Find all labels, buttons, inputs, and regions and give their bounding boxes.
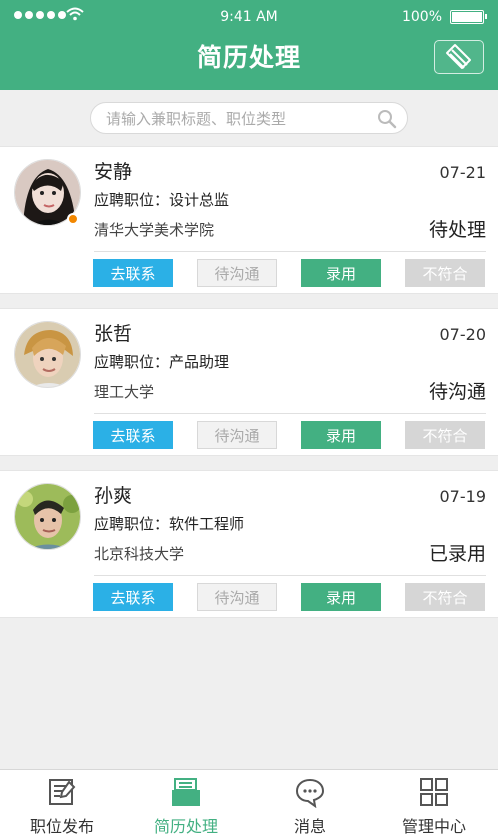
application-date: 07-21 xyxy=(439,163,487,182)
app-header: 9:41 AM 100% 简历处理 xyxy=(0,0,498,90)
pending-button[interactable]: 待沟通 xyxy=(197,583,277,611)
card-divider xyxy=(94,251,486,252)
reject-button[interactable]: 不符合 xyxy=(405,583,485,611)
bottom-tab-bar: 职位发布 简历处理 消息 管理中心 xyxy=(0,769,498,839)
search-icon[interactable] xyxy=(377,109,397,129)
candidate-school: 清华大学美术学院 xyxy=(94,221,215,239)
position-value: 软件工程师 xyxy=(169,515,245,533)
candidate-card[interactable]: 安静 07-21 应聘职位：设计总监 清华大学美术学院 待处理 去联系 待沟通 … xyxy=(0,146,498,294)
tab-label: 职位发布 xyxy=(29,817,94,836)
hire-button[interactable]: 录用 xyxy=(301,583,381,611)
tab-post-job[interactable]: 职位发布 xyxy=(0,770,124,839)
candidate-actions: 去联系 待沟通 录用 不符合 xyxy=(93,421,485,449)
page-title: 简历处理 xyxy=(196,43,301,72)
candidate-photo xyxy=(15,322,80,387)
card-divider xyxy=(94,575,486,576)
tab-resume[interactable]: 简历处理 xyxy=(124,770,248,839)
contact-button[interactable]: 去联系 xyxy=(93,259,173,287)
online-indicator xyxy=(67,213,79,225)
applied-position: 应聘职位：产品助理 xyxy=(94,351,229,372)
candidate-name: 张哲 xyxy=(94,323,133,345)
contact-button[interactable]: 去联系 xyxy=(93,583,173,611)
pending-button[interactable]: 待沟通 xyxy=(197,259,277,287)
search-input[interactable] xyxy=(106,108,366,130)
applied-position: 应聘职位：软件工程师 xyxy=(94,513,244,534)
search-box[interactable] xyxy=(90,102,408,134)
candidate-status: 已录用 xyxy=(428,543,486,565)
hire-button[interactable]: 录用 xyxy=(301,259,381,287)
tab-label: 消息 xyxy=(293,817,326,836)
candidate-school: 理工大学 xyxy=(94,383,155,401)
candidate-card[interactable]: 孙爽 07-19 应聘职位：软件工程师 北京科技大学 已录用 去联系 待沟通 录… xyxy=(0,470,498,618)
search-area xyxy=(0,90,498,146)
application-date: 07-19 xyxy=(439,487,487,506)
tab-label: 简历处理 xyxy=(153,817,218,836)
stack-button[interactable] xyxy=(434,40,484,74)
avatar[interactable] xyxy=(14,321,81,388)
resume-icon xyxy=(172,778,200,806)
candidate-card[interactable]: 张哲 07-20 应聘职位：产品助理 理工大学 待沟通 去联系 待沟通 录用 不… xyxy=(0,308,498,456)
applied-position: 应聘职位：设计总监 xyxy=(94,189,229,210)
application-date: 07-20 xyxy=(439,325,487,344)
contact-button[interactable]: 去联系 xyxy=(93,421,173,449)
position-value: 设计总监 xyxy=(169,191,230,209)
pending-button[interactable]: 待沟通 xyxy=(197,421,277,449)
reject-button[interactable]: 不符合 xyxy=(405,421,485,449)
candidate-photo xyxy=(15,484,80,549)
candidate-status: 待沟通 xyxy=(428,381,486,403)
grid-icon xyxy=(420,778,448,806)
tab-management[interactable]: 管理中心 xyxy=(372,770,496,839)
battery-percentage: 100% xyxy=(401,9,442,25)
candidate-status: 待处理 xyxy=(428,219,486,241)
status-bar: 9:41 AM 100% xyxy=(0,0,498,34)
battery-icon xyxy=(450,10,487,24)
candidate-actions: 去联系 待沟通 录用 不符合 xyxy=(93,583,485,611)
candidate-name: 安静 xyxy=(94,161,133,183)
hire-button[interactable]: 录用 xyxy=(301,421,381,449)
candidate-school: 北京科技大学 xyxy=(94,545,185,563)
reject-button[interactable]: 不符合 xyxy=(405,259,485,287)
tab-label: 管理中心 xyxy=(401,817,466,836)
candidate-actions: 去联系 待沟通 录用 不符合 xyxy=(93,259,485,287)
candidate-name: 孙爽 xyxy=(94,485,133,507)
stack-icon xyxy=(446,44,471,69)
position-prefix: 应聘职位： xyxy=(94,353,170,371)
position-value: 产品助理 xyxy=(169,353,230,371)
avatar[interactable] xyxy=(14,483,81,550)
card-divider xyxy=(94,413,486,414)
message-icon xyxy=(295,778,325,808)
tab-message[interactable]: 消息 xyxy=(248,770,372,839)
position-prefix: 应聘职位： xyxy=(94,515,170,533)
post-job-icon xyxy=(49,779,76,805)
position-prefix: 应聘职位： xyxy=(94,191,170,209)
